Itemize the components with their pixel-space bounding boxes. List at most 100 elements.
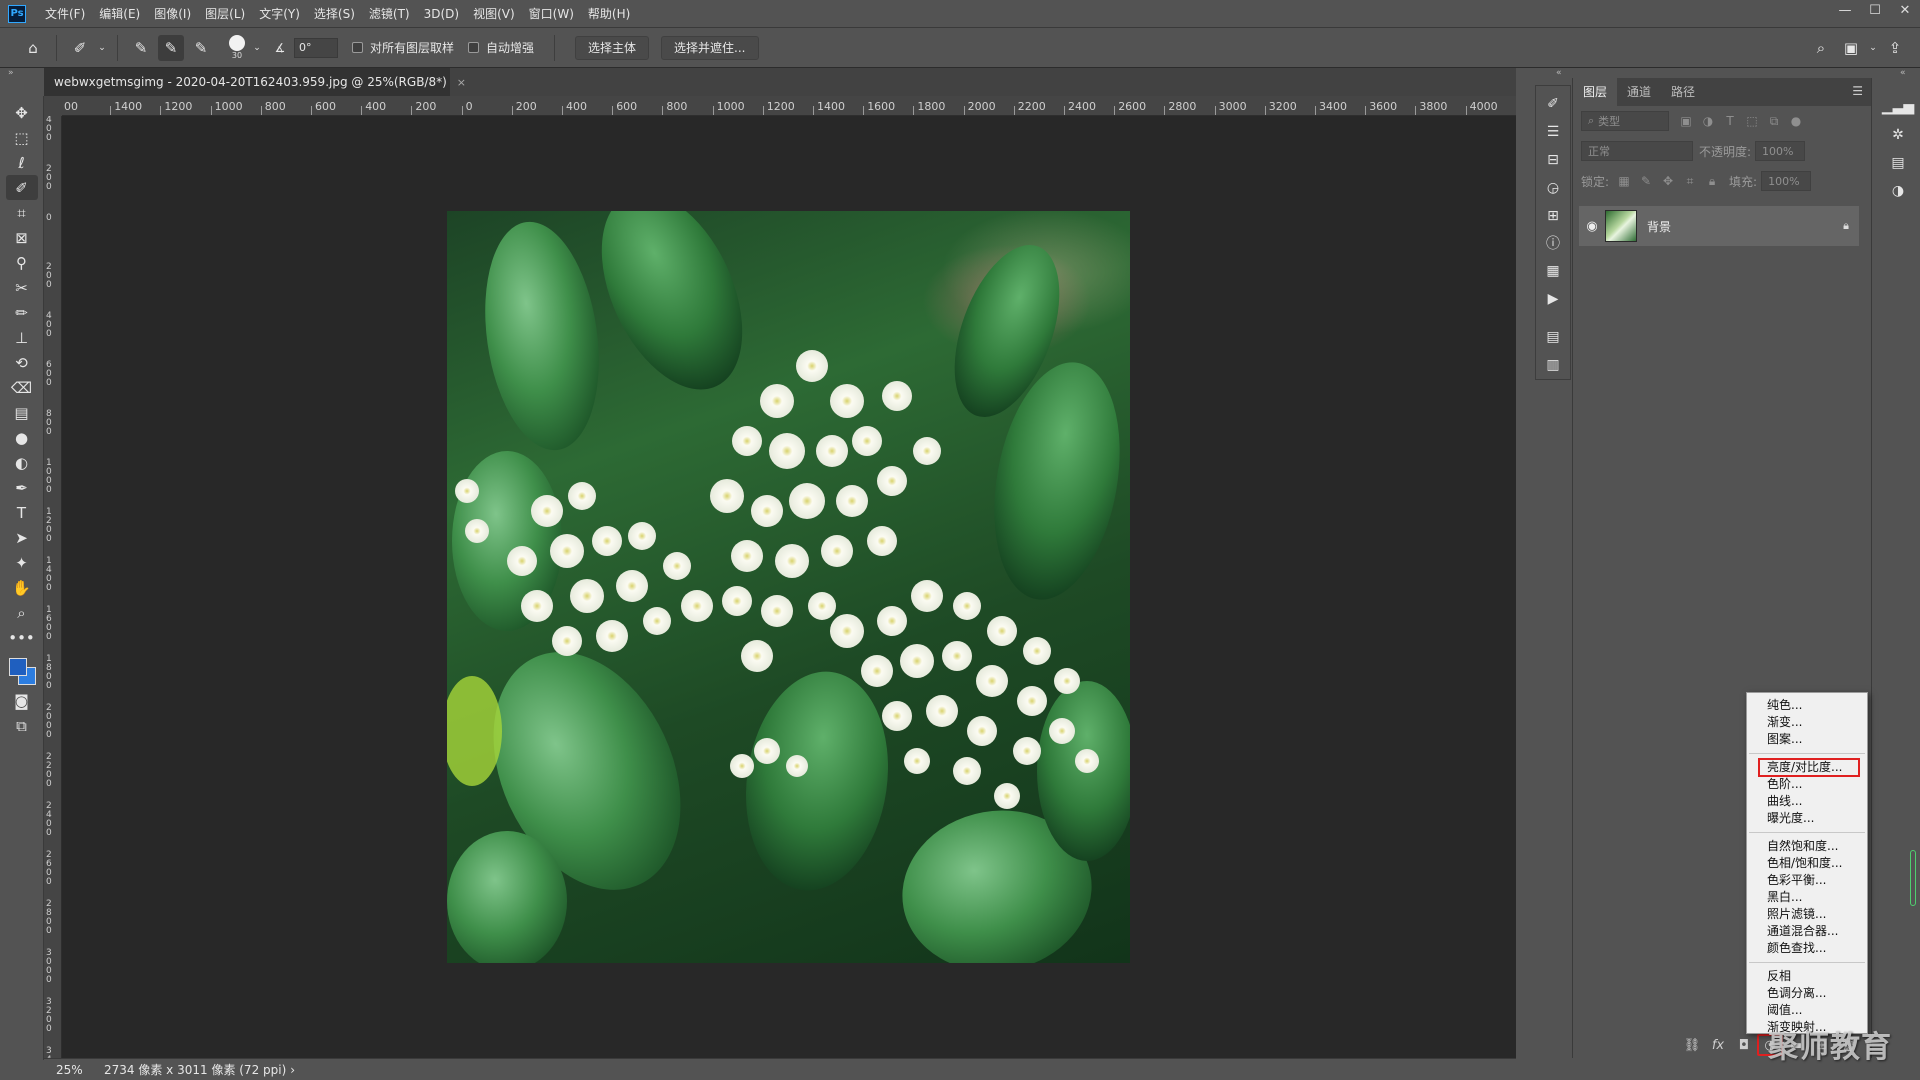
- menu-select[interactable]: 选择(S): [307, 0, 362, 28]
- blend-mode-select[interactable]: 正常: [1581, 141, 1693, 161]
- libraries-icon[interactable]: ⊞: [1540, 202, 1566, 230]
- filter-pixel-icon[interactable]: ▣: [1675, 114, 1697, 128]
- close-window-button[interactable]: ✕: [1890, 0, 1920, 22]
- angle-input[interactable]: 0°: [294, 37, 338, 58]
- visibility-eye-icon[interactable]: ◉: [1579, 219, 1605, 234]
- fill-input[interactable]: 100%: [1761, 171, 1812, 191]
- adjustments-panel-icon[interactable]: ◑: [1885, 177, 1911, 205]
- menu-black-white[interactable]: 黑白...: [1747, 889, 1867, 906]
- search-icon[interactable]: ⌕: [1808, 35, 1834, 61]
- chevron-down-icon[interactable]: ⌄: [252, 35, 262, 61]
- info-icon[interactable]: ⓘ: [1540, 230, 1566, 258]
- blur-tool-icon[interactable]: ●: [6, 425, 38, 450]
- layer-name[interactable]: 背景: [1647, 218, 1833, 235]
- opacity-input[interactable]: 100%: [1755, 141, 1806, 161]
- lock-transparent-icon[interactable]: ▦: [1613, 174, 1635, 188]
- select-subject-button[interactable]: 选择主体: [575, 35, 650, 60]
- menu-channel-mixer[interactable]: 通道混合器...: [1747, 923, 1867, 940]
- quick-selection-preset-icon[interactable]: ✐: [67, 35, 93, 61]
- adjustments-icon[interactable]: ☰: [1540, 118, 1566, 146]
- shape-tool-icon[interactable]: ✦: [6, 550, 38, 575]
- hand-tool-icon[interactable]: ✋: [6, 575, 38, 600]
- marquee-tool-icon[interactable]: ⬚: [6, 125, 38, 150]
- move-tool-icon[interactable]: ✥: [6, 100, 38, 125]
- chevron-down-icon[interactable]: ⌄: [1868, 35, 1878, 61]
- notes-icon[interactable]: ▥: [1540, 351, 1566, 379]
- type-tool-icon[interactable]: T: [6, 500, 38, 525]
- ruler-origin[interactable]: [44, 96, 62, 116]
- menu-type[interactable]: 文字(Y): [252, 0, 307, 28]
- status-menu-arrow-icon[interactable]: ›: [290, 1063, 295, 1077]
- menu-window[interactable]: 窗口(W): [522, 0, 581, 28]
- menu-file[interactable]: 文件(F): [38, 0, 92, 28]
- path-selection-tool-icon[interactable]: ➤: [6, 525, 38, 550]
- select-and-mask-button[interactable]: 选择并遮住...: [661, 35, 759, 60]
- quick-selection-tool-icon[interactable]: ✐: [5, 175, 38, 200]
- tab-layers[interactable]: 图层: [1573, 78, 1618, 106]
- layer-style-fx-icon[interactable]: fx: [1705, 1034, 1731, 1056]
- gradient-tool-icon[interactable]: ▤: [6, 400, 38, 425]
- menu-view[interactable]: 视图(V): [466, 0, 522, 28]
- menu-hue-saturation[interactable]: 色相/饱和度...: [1747, 855, 1867, 872]
- filter-smart-object-icon[interactable]: ⧉: [1763, 114, 1785, 129]
- properties-panel-icon[interactable]: ▤: [1885, 149, 1911, 177]
- frame-tool-icon[interactable]: ⊠: [6, 225, 38, 250]
- lock-artboard-icon[interactable]: ⌗: [1679, 174, 1701, 189]
- navigator-icon[interactable]: ✲: [1885, 121, 1911, 149]
- swatches-icon[interactable]: ▦: [1540, 257, 1566, 285]
- subtract-from-selection-icon[interactable]: ✎: [188, 35, 214, 61]
- brush-tool-icon[interactable]: ✏: [6, 300, 38, 325]
- healing-brush-tool-icon[interactable]: ✂: [6, 275, 38, 300]
- auto-enhance-checkbox[interactable]: [468, 42, 480, 53]
- properties-icon[interactable]: ⊟: [1540, 146, 1566, 174]
- menu-edit[interactable]: 编辑(E): [92, 0, 147, 28]
- menu-3d[interactable]: 3D(D): [417, 0, 466, 28]
- color-swatches[interactable]: [6, 654, 38, 688]
- dodge-tool-icon[interactable]: ◐: [6, 450, 38, 475]
- menu-image[interactable]: 图像(I): [147, 0, 198, 28]
- quick-mask-icon[interactable]: ◙: [6, 688, 38, 713]
- filter-type-icon[interactable]: T: [1719, 114, 1741, 128]
- tab-channels[interactable]: 通道: [1617, 78, 1661, 106]
- layer-row-background[interactable]: ◉ 背景 🔒︎: [1579, 206, 1859, 246]
- zoom-tool-icon[interactable]: ⌕: [6, 600, 38, 625]
- menu-threshold[interactable]: 阈值...: [1747, 1002, 1867, 1019]
- history-icon[interactable]: ◶: [1540, 174, 1566, 202]
- sample-all-layers-checkbox[interactable]: [352, 42, 363, 53]
- filter-shape-icon[interactable]: ⬚: [1741, 114, 1763, 128]
- layer-comps-icon[interactable]: ▤: [1540, 323, 1566, 351]
- menu-pattern[interactable]: 图案...: [1747, 731, 1867, 748]
- actions-play-icon[interactable]: ▶: [1540, 285, 1566, 313]
- toolbar-collapse-icon[interactable]: »: [0, 68, 44, 80]
- link-layers-icon[interactable]: ⛓: [1679, 1034, 1705, 1056]
- history-brush-tool-icon[interactable]: ⟲: [6, 350, 38, 375]
- lock-image-icon[interactable]: ✎: [1635, 174, 1657, 188]
- menu-exposure[interactable]: 曝光度...: [1747, 810, 1867, 827]
- new-selection-icon[interactable]: ✎: [128, 35, 154, 61]
- brush-settings-icon[interactable]: ✐: [1540, 90, 1566, 118]
- home-icon[interactable]: ⌂: [20, 35, 46, 61]
- tab-paths[interactable]: 路径: [1661, 78, 1705, 106]
- filter-toggle-icon[interactable]: ●: [1785, 114, 1807, 128]
- menu-invert[interactable]: 反相: [1747, 968, 1867, 985]
- maximize-button[interactable]: ☐: [1860, 0, 1890, 22]
- crop-tool-icon[interactable]: ⌗: [6, 200, 38, 225]
- menu-color-balance[interactable]: 色彩平衡...: [1747, 872, 1867, 889]
- screen-mode-icon[interactable]: ⧉: [6, 713, 38, 738]
- histogram-icon[interactable]: ▁▃▅: [1882, 93, 1914, 121]
- panel-expand-icon[interactable]: «: [1900, 68, 1906, 78]
- foreground-color-swatch[interactable]: [8, 658, 27, 676]
- menu-solid-color[interactable]: 纯色...: [1747, 697, 1867, 714]
- menu-brightness-contrast[interactable]: 亮度/对比度...: [1758, 758, 1860, 777]
- clone-stamp-tool-icon[interactable]: ⊥: [6, 325, 38, 350]
- panel-collapse-icon[interactable]: «: [1556, 68, 1562, 78]
- eyedropper-tool-icon[interactable]: ⚲: [6, 250, 38, 275]
- menu-color-lookup[interactable]: 颜色查找...: [1747, 940, 1867, 957]
- workspace-icon[interactable]: ▣: [1838, 35, 1864, 61]
- more-tools-icon[interactable]: •••: [6, 625, 38, 650]
- menu-photo-filter[interactable]: 照片滤镜...: [1747, 906, 1867, 923]
- lock-all-icon[interactable]: 🔒︎: [1701, 174, 1723, 189]
- lock-position-icon[interactable]: ✥: [1657, 174, 1679, 188]
- sample-all-layers-option[interactable]: 对所有图层取样: [352, 39, 454, 56]
- brush-picker[interactable]: 30: [224, 34, 250, 61]
